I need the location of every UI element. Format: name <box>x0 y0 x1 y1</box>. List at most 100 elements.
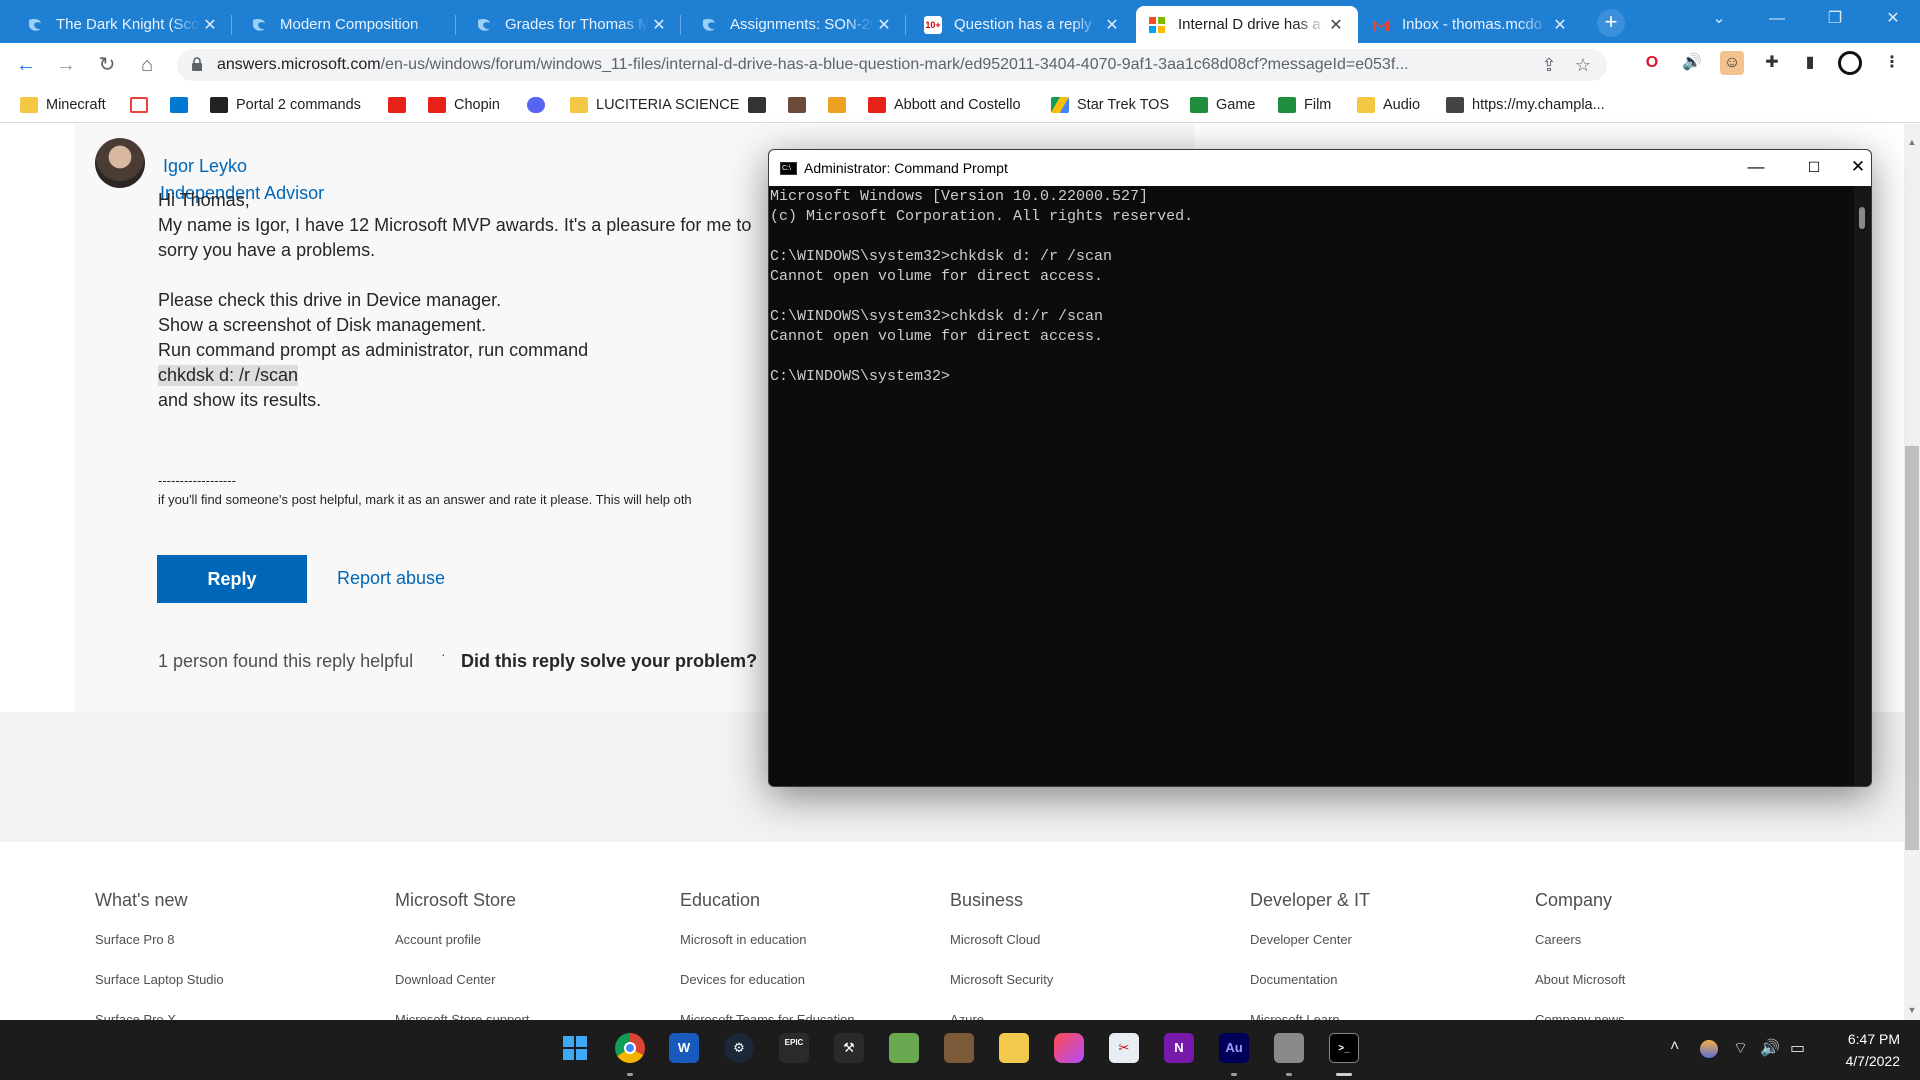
footer-link[interactable]: Surface Pro 8 <box>95 932 175 947</box>
bookmark-bb[interactable] <box>748 94 774 116</box>
footer-link[interactable]: Azure <box>950 1012 984 1020</box>
bookmark-outlook[interactable] <box>170 94 196 116</box>
puzzle-icon[interactable]: ✚ <box>1760 51 1784 75</box>
bookmark-discord[interactable] <box>527 94 553 116</box>
report-abuse-link[interactable]: Report abuse <box>337 568 445 589</box>
tab-modern-composition[interactable]: Modern Composition <box>238 6 456 43</box>
epic-games-icon[interactable]: EPIC <box>779 1033 809 1063</box>
cmd-output[interactable]: Microsoft Windows [Version 10.0.22000.52… <box>770 187 1850 387</box>
minimize-icon[interactable]: — <box>1727 150 1785 186</box>
minecraft-dungeons-icon[interactable] <box>944 1033 974 1063</box>
footer-link[interactable]: Developer Center <box>1250 932 1352 947</box>
bookmark-gmail[interactable] <box>130 94 156 116</box>
speaker-icon[interactable]: 🔊 <box>1680 51 1704 75</box>
star-icon[interactable]: ☆ <box>1573 55 1593 75</box>
close-icon[interactable]: ✕ <box>1550 15 1570 35</box>
battery-icon[interactable]: ▭ <box>1790 1038 1805 1058</box>
maximize-icon[interactable]: ☐ <box>1785 150 1843 186</box>
close-icon[interactable]: ✕ <box>1102 15 1122 35</box>
profile-icon[interactable] <box>1838 51 1862 75</box>
sidebar-icon[interactable]: ▮ <box>1798 51 1822 75</box>
chevron-up-icon[interactable]: ˄ <box>1670 1038 1679 1056</box>
bookmark-champlain[interactable]: https://my.champla... <box>1446 94 1605 116</box>
bookmark-minecraft[interactable]: Minecraft <box>20 94 106 116</box>
footer-link[interactable]: Microsoft Teams for Education <box>680 1012 855 1020</box>
footer-link[interactable]: Microsoft in education <box>680 932 806 947</box>
weather-icon[interactable] <box>1700 1040 1718 1058</box>
avatar-extension-icon[interactable]: ☺ <box>1720 51 1744 75</box>
footer-link[interactable]: Account profile <box>395 932 481 947</box>
share-icon[interactable]: ⇪ <box>1539 55 1559 75</box>
bookmark-h[interactable] <box>828 94 854 116</box>
tab-question-reply[interactable]: 10+ Question has a reply ✕ <box>912 6 1134 43</box>
footer-link[interactable]: Surface Laptop Studio <box>95 972 224 987</box>
footer-link[interactable]: Devices for education <box>680 972 805 987</box>
footer-link[interactable]: Download Center <box>395 972 495 987</box>
clock-time[interactable]: 6:47 PM <box>1838 1031 1900 1047</box>
address-bar[interactable]: answers.microsoft.com/en-us/windows/foru… <box>177 49 1607 81</box>
bookmark-film[interactable]: Film <box>1278 94 1331 116</box>
footer-link[interactable]: Documentation <box>1250 972 1337 987</box>
reload-icon[interactable]: ↻ <box>93 51 121 79</box>
back-arrow-icon[interactable]: ← <box>12 51 40 79</box>
onenote-icon[interactable]: N <box>1164 1033 1194 1063</box>
restore-icon[interactable]: ❐ <box>1806 0 1864 38</box>
tab-assignments[interactable]: Assignments: SON-20 ✕ <box>688 6 906 43</box>
reply-button[interactable]: Reply <box>157 555 307 603</box>
tab-internal-d-drive[interactable]: Internal D drive has a ✕ <box>1136 6 1358 43</box>
steam-icon[interactable]: ⚙ <box>724 1033 754 1063</box>
footer-link[interactable]: Microsoft Security <box>950 972 1053 987</box>
creative-cloud-icon[interactable] <box>1054 1033 1084 1063</box>
bookmark-youtube[interactable] <box>388 94 414 116</box>
opera-icon[interactable]: O <box>1640 51 1664 75</box>
close-icon[interactable]: ✕ <box>649 15 669 35</box>
volume-icon[interactable]: 🔊 <box>1760 1038 1780 1058</box>
close-icon[interactable]: ✕ <box>1326 15 1346 35</box>
tool-icon[interactable]: ⚒ <box>834 1033 864 1063</box>
scroll-up-icon[interactable]: ▲ <box>1904 134 1920 150</box>
forward-arrow-icon[interactable]: → <box>52 51 80 79</box>
windows-start-icon[interactable] <box>560 1033 590 1063</box>
menu-icon[interactable]: ⋮ <box>1880 51 1904 75</box>
page-scroll-thumb[interactable] <box>1905 446 1919 850</box>
close-icon[interactable]: ✕ <box>1843 150 1871 186</box>
footer-link[interactable]: Company news <box>1535 1012 1625 1020</box>
footer-link[interactable]: Microsoft Store support <box>395 1012 529 1020</box>
chevron-down-icon[interactable]: ⌄ <box>1690 0 1748 38</box>
wifi-icon[interactable]: ⌔ <box>1733 1038 1748 1058</box>
bookmark-portal-2[interactable]: Portal 2 commands <box>210 94 361 116</box>
footer-link[interactable]: Surface Pro X <box>95 1012 176 1020</box>
close-icon[interactable]: ✕ <box>1864 0 1920 38</box>
author-name[interactable]: Igor Leyko <box>163 156 247 177</box>
audition-icon[interactable]: Au <box>1219 1033 1249 1063</box>
cmd-scroll-thumb[interactable] <box>1859 207 1865 229</box>
bookmark-cat[interactable] <box>788 94 814 116</box>
footer-link[interactable]: About Microsoft <box>1535 972 1625 987</box>
bookmark-game[interactable]: Game <box>1190 94 1256 116</box>
close-icon[interactable]: ✕ <box>874 15 894 35</box>
tab-inbox[interactable]: Inbox - thomas.mcdo ✕ <box>1360 6 1582 43</box>
word-icon[interactable]: W <box>669 1033 699 1063</box>
snipping-tool-icon[interactable]: ✂ <box>1109 1033 1139 1063</box>
server-icon[interactable] <box>1274 1033 1304 1063</box>
clock-date[interactable]: 4/7/2022 <box>1828 1053 1901 1069</box>
minecraft-icon[interactable] <box>889 1033 919 1063</box>
new-tab-button[interactable]: + <box>1597 9 1625 37</box>
chrome-icon[interactable] <box>615 1033 645 1063</box>
bookmark-abbott-costello[interactable]: Abbott and Costello <box>868 94 1021 116</box>
bookmark-star-trek[interactable]: Star Trek TOS <box>1051 94 1169 116</box>
home-icon[interactable]: ⌂ <box>133 51 161 79</box>
bookmark-audio[interactable]: Audio <box>1357 94 1420 116</box>
footer-link[interactable]: Microsoft Learn <box>1250 1012 1340 1020</box>
footer-link[interactable]: Microsoft Cloud <box>950 932 1040 947</box>
command-prompt-window[interactable]: C:\ Administrator: Command Prompt — ☐ ✕ … <box>768 149 1872 787</box>
footer-link[interactable]: Careers <box>1535 932 1581 947</box>
command-prompt-icon[interactable]: >_ <box>1329 1033 1359 1063</box>
bookmark-chopin[interactable]: Chopin <box>428 94 500 116</box>
cmd-scrollbar[interactable] <box>1854 186 1871 786</box>
scroll-down-icon[interactable]: ▼ <box>1904 1002 1920 1018</box>
bookmark-luciteria[interactable]: LUCITERIA SCIENCE <box>570 94 739 116</box>
avatar[interactable] <box>95 138 145 188</box>
tab-grades[interactable]: Grades for Thomas M ✕ <box>463 6 681 43</box>
cmd-title-bar[interactable]: C:\ Administrator: Command Prompt — ☐ ✕ <box>769 150 1871 186</box>
